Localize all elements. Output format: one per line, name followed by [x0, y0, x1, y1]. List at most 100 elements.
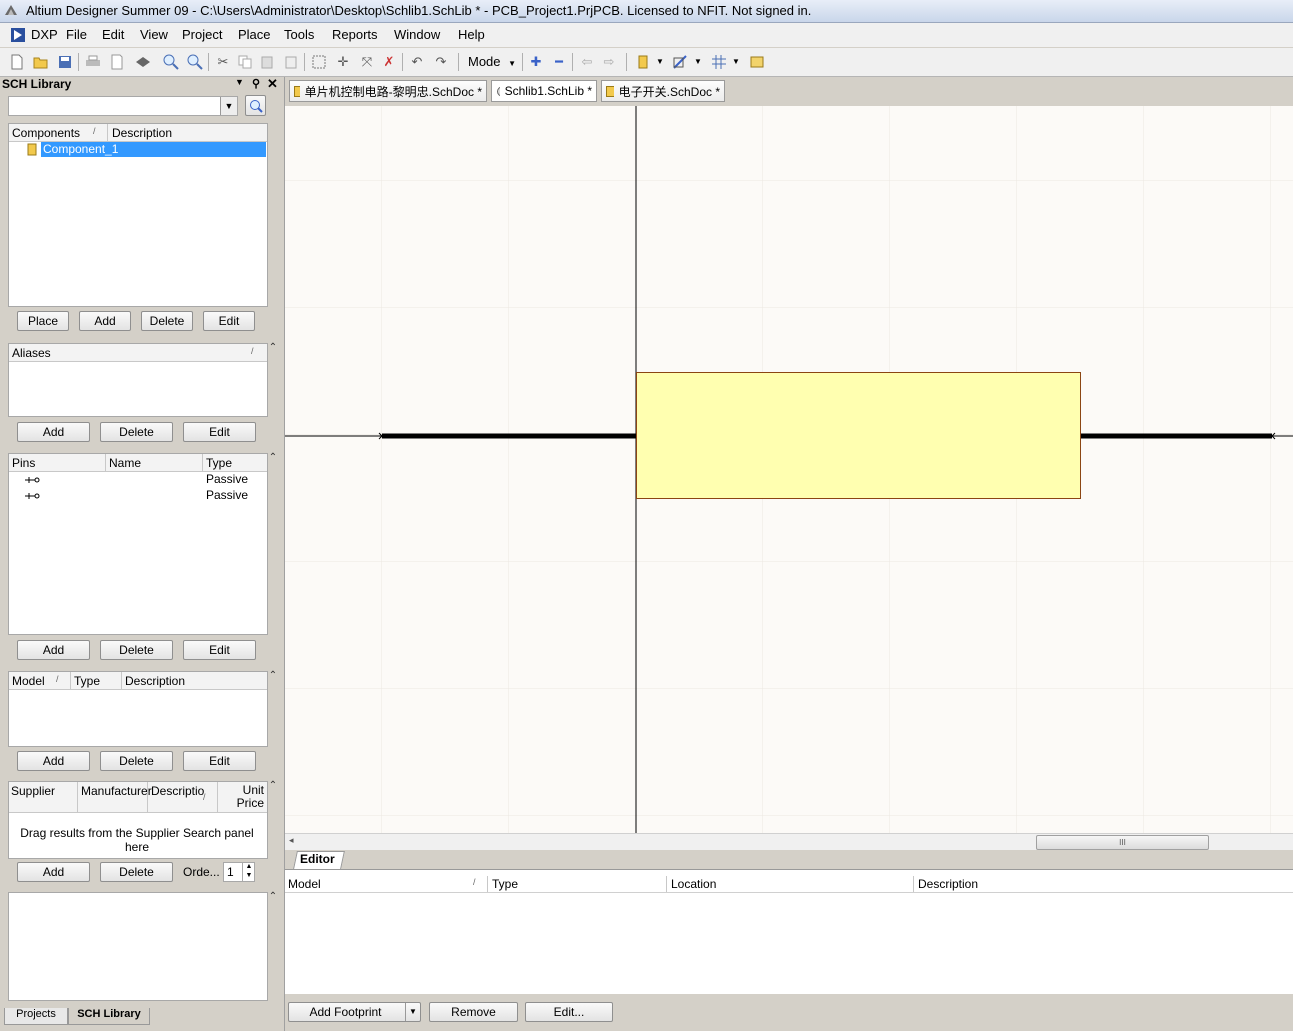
table-row[interactable]: Passive [9, 472, 265, 488]
column-description[interactable]: Description [112, 126, 172, 140]
select-area-icon[interactable] [310, 53, 328, 71]
column-aliases[interactable]: Aliases [12, 346, 51, 360]
grid-icon[interactable] [710, 53, 728, 71]
tab-document[interactable]: 单片机控制电路-黎明忠.SchDoc * [289, 80, 487, 102]
menu-help[interactable]: Help [458, 27, 485, 42]
menu-window[interactable]: Window [394, 27, 440, 42]
table-row[interactable]: Passive [9, 488, 265, 504]
add-alias-button[interactable]: Add [17, 422, 90, 442]
open-folder-icon[interactable] [32, 53, 50, 71]
column-type[interactable]: Type [492, 877, 518, 891]
menu-edit[interactable]: Edit [102, 27, 124, 42]
menu-project[interactable]: Project [182, 27, 222, 42]
component-icon[interactable] [634, 53, 652, 71]
horizontal-scrollbar[interactable]: ◂ III [285, 833, 1293, 850]
column-unit-price[interactable]: Unit Price [221, 784, 264, 810]
cut-icon[interactable]: ✂ [214, 53, 232, 71]
chevron-down-icon[interactable]: ▼ [656, 57, 664, 66]
delete-alias-button[interactable]: Delete [100, 422, 173, 442]
delete-component-button[interactable]: Delete [141, 311, 193, 331]
menu-dxp[interactable]: DXP [31, 27, 58, 42]
order-quantity-stepper[interactable]: 1 ▲ ▼ [223, 862, 255, 882]
delete-model-button[interactable]: Delete [100, 751, 173, 771]
column-components[interactable]: Components [12, 126, 80, 140]
copy-icon[interactable] [236, 53, 254, 71]
column-model[interactable]: Model [12, 674, 45, 688]
collapse-arrow-icon[interactable]: ⌃ [268, 453, 278, 463]
column-location[interactable]: Location [671, 877, 716, 891]
tab-editor[interactable]: Editor [300, 852, 335, 866]
chevron-down-icon[interactable]: ▼ [220, 97, 237, 115]
add-supplier-button[interactable]: Add [17, 862, 90, 882]
rubber-stamp-icon[interactable] [282, 53, 300, 71]
edit-button[interactable]: Edit... [525, 1002, 613, 1022]
previous-part-icon[interactable]: ⇦ [578, 53, 596, 71]
column-model[interactable]: Model [288, 877, 321, 891]
save-icon[interactable] [56, 53, 74, 71]
column-name[interactable]: Name [109, 456, 141, 470]
remove-button[interactable]: Remove [429, 1002, 518, 1022]
menu-reports[interactable]: Reports [332, 27, 378, 42]
remove-part-icon[interactable]: ━ [550, 53, 568, 71]
tab-sch-library[interactable]: SCH Library [68, 1008, 150, 1025]
collapse-arrow-icon[interactable]: ⌃ [268, 671, 278, 681]
edit-model-button[interactable]: Edit [183, 751, 256, 771]
place-component-button[interactable]: Place [17, 311, 69, 331]
spin-up-icon[interactable]: ▲ [242, 863, 255, 872]
tab-projects[interactable]: Projects [4, 1008, 68, 1025]
chevron-down-icon[interactable]: ▼ [405, 1003, 420, 1021]
print-icon[interactable] [84, 53, 102, 71]
column-description[interactable]: Descriptio [151, 784, 204, 798]
collapse-arrow-icon[interactable]: ⌃ [268, 781, 278, 791]
new-file-icon[interactable] [8, 53, 26, 71]
add-model-button[interactable]: Add [17, 751, 90, 771]
menu-file[interactable]: File [66, 27, 87, 42]
column-supplier[interactable]: Supplier [11, 784, 55, 798]
close-icon[interactable]: ✕ [267, 76, 278, 92]
zoom-out-icon[interactable] [186, 53, 204, 71]
edit-alias-button[interactable]: Edit [183, 422, 256, 442]
next-part-icon[interactable]: ⇨ [600, 53, 618, 71]
column-manufacturer[interactable]: Manufacturer [81, 784, 152, 798]
drawing-tools-icon[interactable] [672, 53, 690, 71]
column-pins[interactable]: Pins [12, 456, 35, 470]
move-selection-icon[interactable]: ⤧ [358, 53, 376, 71]
dxp-icon[interactable] [10, 27, 26, 43]
collapse-arrow-icon[interactable]: ⌃ [268, 343, 278, 353]
scroll-thumb[interactable]: III [1036, 835, 1209, 850]
chevron-down-icon[interactable]: ▼ [732, 57, 740, 66]
redo-icon[interactable]: ↷ [432, 53, 450, 71]
column-type[interactable]: Type [74, 674, 100, 688]
search-button[interactable] [245, 95, 266, 116]
tab-document[interactable]: 电子开关.SchDoc * [601, 80, 725, 102]
delete-pin-button[interactable]: Delete [100, 640, 173, 660]
add-pin-button[interactable]: Add [17, 640, 90, 660]
column-description[interactable]: Description [918, 877, 978, 891]
menu-view[interactable]: View [140, 27, 168, 42]
add-part-icon[interactable]: ✚ [527, 53, 545, 71]
spin-down-icon[interactable]: ▼ [242, 872, 255, 881]
delete-supplier-button[interactable]: Delete [100, 862, 173, 882]
menu-tools[interactable]: Tools [284, 27, 314, 42]
list-item[interactable]: Component_1 [23, 142, 266, 157]
undo-icon[interactable]: ↶ [408, 53, 426, 71]
panel-menu-chevron-icon[interactable]: ▼ [235, 77, 244, 87]
column-description[interactable]: Description [125, 674, 185, 688]
move-icon[interactable]: ✛ [334, 53, 352, 71]
scroll-left-icon[interactable]: ◂ [289, 835, 294, 846]
add-component-button[interactable]: Add [79, 311, 131, 331]
layers-icon[interactable] [134, 53, 152, 71]
schematic-canvas[interactable] [285, 106, 1293, 833]
print-preview-icon[interactable] [108, 53, 126, 71]
search-input[interactable]: ▼ [8, 96, 238, 116]
menu-place[interactable]: Place [238, 27, 271, 42]
deselect-all-icon[interactable]: ✗ [380, 53, 398, 71]
tab-document-active[interactable]: Schlib1.SchLib * [491, 80, 597, 102]
paste-icon[interactable] [258, 53, 276, 71]
zoom-in-icon[interactable] [162, 53, 180, 71]
collapse-arrow-icon[interactable]: ⌃ [268, 892, 278, 902]
edit-component-button[interactable]: Edit [203, 311, 255, 331]
add-footprint-button[interactable]: Add Footprint ▼ [288, 1002, 421, 1022]
model-manager-icon[interactable] [748, 53, 766, 71]
pin-icon[interactable]: ⚲ [252, 77, 260, 90]
